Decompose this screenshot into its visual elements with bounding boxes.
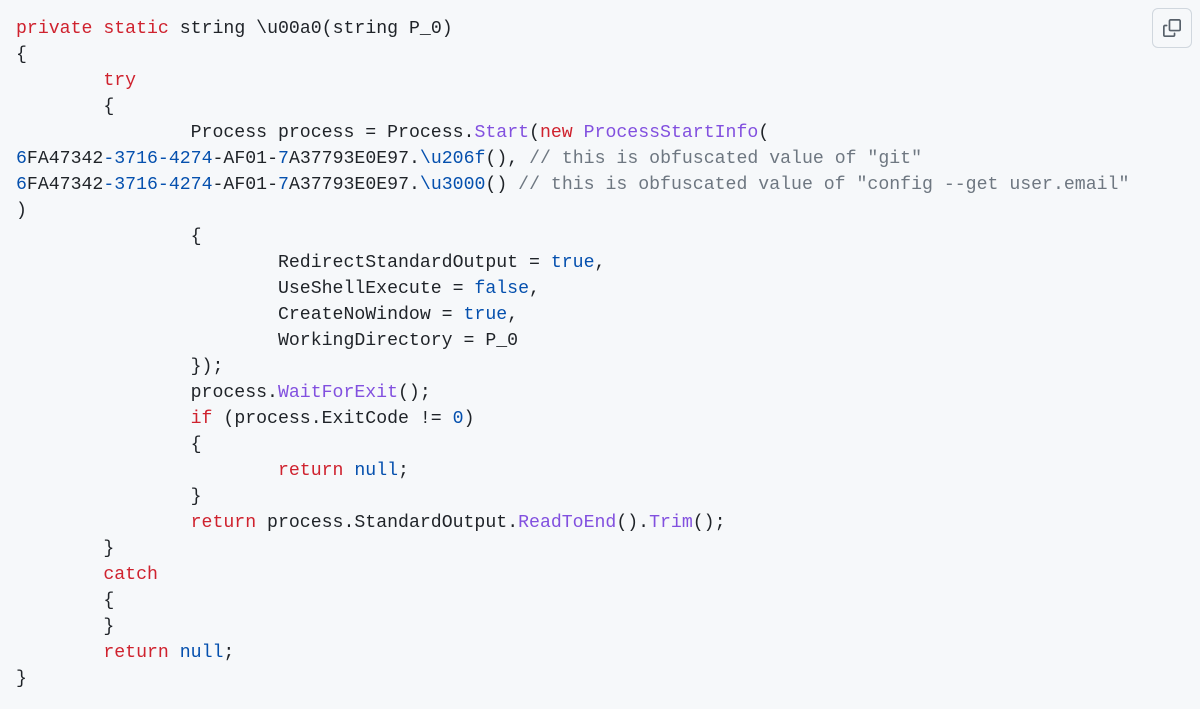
val-null-2: null [180, 643, 224, 663]
fn-start: Start [474, 123, 529, 143]
copy-icon [1163, 19, 1181, 37]
guid1-seg-d: 3716 [114, 149, 158, 169]
val-true-1: true [551, 253, 595, 273]
guid1-seg-h: 7 [278, 149, 289, 169]
guid2-method: \u3000 [420, 175, 486, 195]
op-eq: = [365, 123, 376, 143]
comment-2: // this is obfuscated value of "config -… [518, 175, 1129, 195]
prop-exitcode: ExitCode [322, 409, 409, 429]
guid2-seg-b: FA47342 [27, 175, 103, 195]
method-name: \u00a0 [256, 19, 322, 39]
guid2-seg-i: A37793E0E97 [289, 175, 409, 195]
val-p0: P_0 [485, 331, 518, 351]
guid1-seg-i: A37793E0E97 [289, 149, 409, 169]
val-null-1: null [354, 461, 398, 481]
keyword-if: if [191, 409, 213, 429]
prop-rso: RedirectStandardOutput [278, 253, 518, 273]
fn-trim: Trim [649, 513, 693, 533]
guid1-seg-g: -AF01- [213, 149, 279, 169]
guid1-method: \u206f [420, 149, 486, 169]
op-neq: != [420, 409, 442, 429]
guid2-seg-e: - [158, 175, 169, 195]
keyword-return-2: return [191, 513, 257, 533]
prop-cnw: CreateNoWindow [278, 305, 431, 325]
prop-stdout: StandardOutput [354, 513, 507, 533]
fn-readtoend: ReadToEnd [518, 513, 616, 533]
val-zero: 0 [453, 409, 464, 429]
keyword-return-3: return [103, 643, 169, 663]
keyword-private: private [16, 19, 92, 39]
type-process: Process [191, 123, 267, 143]
var-process: process [278, 123, 354, 143]
guid2-seg-g: -AF01- [213, 175, 279, 195]
type-psi: ProcessStartInfo [584, 123, 759, 143]
guid1-seg-a: 6 [16, 149, 27, 169]
keyword-catch: catch [103, 565, 158, 585]
val-true-2: true [464, 305, 508, 325]
guid1-seg-e: - [158, 149, 169, 169]
copy-button[interactable] [1152, 8, 1192, 48]
guid1-seg-c: - [103, 149, 114, 169]
prop-use: UseShellExecute [278, 279, 442, 299]
guid2-seg-d: 3716 [114, 175, 158, 195]
guid2-seg-h: 7 [278, 175, 289, 195]
keyword-new: new [540, 123, 573, 143]
type-process-2: Process [387, 123, 463, 143]
keyword-return-1: return [278, 461, 344, 481]
type-string: string [180, 19, 246, 39]
guid2-seg-a: 6 [16, 175, 27, 195]
keyword-try: try [103, 71, 136, 91]
guid2-seg-c: - [103, 175, 114, 195]
code-block: private static string \u00a0(string P_0)… [0, 0, 1200, 709]
param-type: string [333, 19, 399, 39]
param-name: P_0 [409, 19, 442, 39]
guid2-seg-f: 4274 [169, 175, 213, 195]
fn-waitforexit: WaitForExit [278, 383, 398, 403]
comment-1: // this is obfuscated value of "git" [529, 149, 922, 169]
guid1-seg-f: 4274 [169, 149, 213, 169]
val-false: false [474, 279, 529, 299]
prop-wd: WorkingDirectory [278, 331, 453, 351]
keyword-static: static [103, 19, 169, 39]
guid1-seg-b: FA47342 [27, 149, 103, 169]
